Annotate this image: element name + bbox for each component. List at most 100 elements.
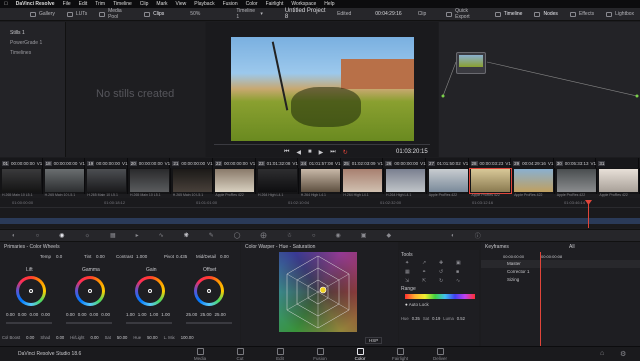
tab-timeline[interactable]: Timeline: [489, 8, 529, 21]
gallery-item-stills[interactable]: Stills 1: [10, 30, 25, 36]
clip-thumbnail[interactable]: H.264 High L4.1: [299, 168, 342, 197]
clip-thumbnail[interactable]: H.264 High L4.1: [341, 168, 385, 197]
play-icon[interactable]: ▶: [319, 149, 324, 156]
clip-timecode-cell[interactable]: 18 00:00:00:00 V1: [43, 158, 86, 168]
move-icon[interactable]: ✚: [439, 260, 453, 266]
pin-icon[interactable]: ✦: [405, 260, 419, 266]
hue-range-bar[interactable]: [405, 294, 475, 299]
rotate-icon[interactable]: ↻: [439, 278, 453, 284]
window-icon[interactable]: ◯: [234, 232, 241, 239]
color-match-icon[interactable]: ○: [36, 233, 40, 239]
clip-thumbnail[interactable]: Apple ProRes 422: [555, 168, 598, 197]
grid-icon[interactable]: ▦: [405, 269, 419, 275]
clip-thumbnail[interactable]: H.264 High L4.1: [256, 168, 299, 197]
clip-thumbnail[interactable]: Apple ProRes 422: [427, 168, 470, 197]
camera-raw-icon[interactable]: ◐: [12, 233, 16, 239]
lift-wheel[interactable]: [16, 276, 46, 306]
tab-nodes[interactable]: Nodes: [528, 8, 563, 21]
menu-timeline[interactable]: Timeline: [113, 1, 132, 7]
warper-canvas[interactable]: [279, 252, 357, 332]
tint-value[interactable]: 0.00: [96, 254, 105, 259]
menu-app-name[interactable]: DaVinci Resolve: [16, 1, 55, 7]
page-fairlight[interactable]: Fairlight: [380, 348, 420, 361]
clip-selector[interactable]: Clip: [412, 8, 433, 21]
clip-thumbnail[interactable]: Apple ProRes 422: [512, 168, 555, 197]
gallery-item-timelines[interactable]: Timelines: [10, 50, 31, 56]
clip-timecode-cell[interactable]: 25 01:02:03:09 V1: [341, 158, 384, 168]
clip-thumbnail[interactable]: H.265 Main 10 L5.1: [128, 168, 171, 197]
menu-color[interactable]: Color: [246, 1, 258, 7]
page-media[interactable]: Media: [180, 348, 220, 361]
gallery-item-powergrade[interactable]: PowerGrade 1: [10, 40, 42, 46]
reset-icon[interactable]: ↺: [439, 269, 453, 275]
clip-timecode-cell[interactable]: 27 01:01:50:02 V1: [426, 158, 469, 168]
page-edit[interactable]: Edit: [260, 348, 300, 361]
page-fusion[interactable]: Fusion: [300, 348, 340, 361]
contrast-value[interactable]: 1.000: [136, 254, 147, 259]
offset-puck[interactable]: [207, 289, 211, 293]
menu-edit[interactable]: Edit: [79, 1, 88, 7]
clip-timecode-cell[interactable]: 20 00:00:00:00 V1: [128, 158, 171, 168]
viewer-scrubber[interactable]: [214, 144, 430, 145]
lmix-value[interactable]: 100.00: [181, 335, 194, 340]
hilight-value[interactable]: 0.00: [90, 335, 98, 340]
rgb-mixer-icon[interactable]: ▦: [110, 232, 116, 239]
info-icon[interactable]: ⓘ: [475, 231, 481, 240]
checkbox-icon[interactable]: ●: [405, 302, 408, 307]
clip-timecode-cell[interactable]: 30 00:05:33:13 V1: [554, 158, 597, 168]
menu-workspace[interactable]: Workspace: [291, 1, 316, 7]
reverse-icon[interactable]: ◀: [296, 149, 301, 156]
col-boost-value[interactable]: 0.00: [26, 335, 34, 340]
clip-timecode-cell[interactable]: 26 00:00:00:00 V1: [383, 158, 426, 168]
tab-gallery[interactable]: Gallery: [24, 8, 61, 21]
apple-icon[interactable]: : [4, 1, 8, 7]
menu-fairlight[interactable]: Fairlight: [266, 1, 284, 7]
keyframes-playhead[interactable]: [540, 252, 541, 346]
clip-thumbnail[interactable]: H.265 Main 10 L5.1: [85, 168, 129, 197]
key-icon[interactable]: ◉: [336, 232, 341, 239]
clip-timecode-cell[interactable]: 22 00:00:00:00 V1: [213, 158, 256, 168]
tab-quick-export[interactable]: Quick Export: [440, 8, 488, 21]
qualifier-icon[interactable]: ✎: [209, 232, 214, 239]
tab-luts[interactable]: LUTs: [61, 8, 93, 21]
skip-back-icon[interactable]: ⏮: [284, 149, 289, 156]
hue-value[interactable]: 50.00: [147, 335, 157, 340]
clip-timecode-cell[interactable]: 23 01:01:32:08 V1: [256, 158, 299, 168]
sat-value[interactable]: 50.00: [117, 335, 127, 340]
hue-param-value[interactable]: 0.35: [412, 316, 420, 321]
menu-clip[interactable]: Clip: [140, 1, 149, 7]
clip-timecode-cell[interactable]: 29 00:04:29:16 V1: [511, 158, 554, 168]
clip-thumbnail[interactable]: Apple ProRes 422: [597, 168, 640, 197]
curves-icon[interactable]: ∿: [159, 232, 164, 239]
tab-lightbox[interactable]: Lightbox: [600, 8, 640, 21]
gamma-wheel[interactable]: [75, 276, 105, 306]
middetail-value[interactable]: 0.00: [220, 254, 229, 259]
select-icon[interactable]: ↗: [422, 260, 436, 266]
motion-effects-icon[interactable]: ▸: [136, 232, 139, 239]
clip-thumbnail[interactable]: Apple ProRes 422: [213, 168, 257, 197]
gamma-slider[interactable]: [66, 322, 112, 324]
tab-clips[interactable]: Clips: [138, 8, 170, 21]
gamma-puck[interactable]: [88, 289, 92, 293]
zoom-level[interactable]: 50%: [184, 8, 206, 21]
color-wheels-icon[interactable]: ◉: [59, 232, 64, 239]
3d-icon[interactable]: ◆: [386, 232, 391, 239]
offset-slider[interactable]: [186, 322, 232, 324]
loop-icon[interactable]: ↻: [343, 149, 348, 156]
menu-playback[interactable]: Playback: [194, 1, 214, 7]
menu-help[interactable]: Help: [324, 1, 334, 7]
clip-timecode-cell[interactable]: 24 01:01:57:08 V1: [298, 158, 341, 168]
scopes-icon[interactable]: ◐: [451, 233, 455, 239]
menu-trim[interactable]: Trim: [95, 1, 105, 7]
playhead[interactable]: [588, 203, 589, 228]
tab-effects[interactable]: Effects: [564, 8, 600, 21]
sizing-icon[interactable]: ▣: [361, 232, 367, 239]
shad-value[interactable]: 0.00: [56, 335, 64, 340]
clip-timecode-cell[interactable]: 31: [596, 158, 639, 168]
link-icon[interactable]: ⚭: [422, 269, 436, 275]
clip-thumbnail[interactable]: Apple ProRes 422: [469, 168, 513, 197]
hdr-icon[interactable]: ☼: [85, 233, 91, 239]
pivot-value[interactable]: 0.435: [176, 254, 187, 259]
lift-puck[interactable]: [29, 289, 33, 293]
timeline-selector[interactable]: Timeline 1 ▾: [230, 8, 269, 21]
